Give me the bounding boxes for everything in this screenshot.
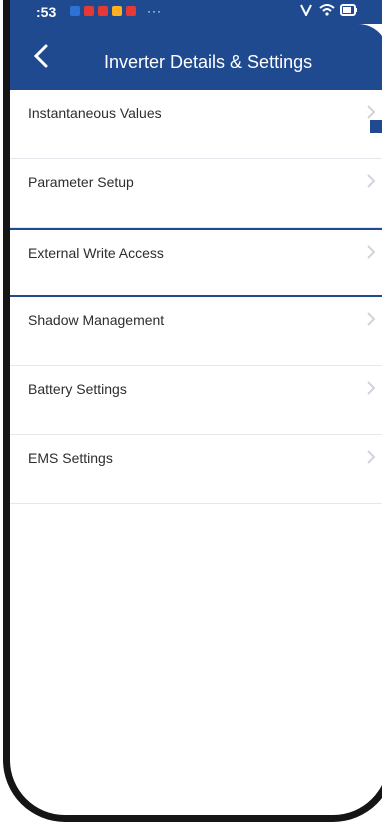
- phone-frame: :53 ··· Inverter Details & Settings Inst…: [3, 0, 382, 822]
- nfc-icon: [300, 4, 313, 18]
- chevron-right-icon: [367, 450, 376, 464]
- list-item-instantaneous-values[interactable]: Instantaneous Values: [10, 90, 382, 159]
- list-item-label: Shadow Management: [28, 312, 165, 328]
- notification-orange-icon: [112, 6, 122, 16]
- list-item-label: Instantaneous Values: [28, 105, 162, 121]
- chevron-left-icon[interactable]: [28, 42, 56, 70]
- list-item-shadow-management[interactable]: Shadow Management: [10, 297, 382, 366]
- page-title: Inverter Details & Settings: [104, 52, 313, 72]
- chevron-right-icon: [367, 381, 376, 395]
- notification-red-icon: [126, 6, 136, 16]
- notification-red-icon: [98, 6, 108, 16]
- notification-red-icon: [84, 6, 94, 16]
- more-icon: ···: [147, 4, 162, 18]
- status-right-icons: [299, 4, 358, 19]
- notification-blue-icon: [70, 6, 80, 16]
- selection-marker: [370, 120, 382, 133]
- list-item-external-write-access[interactable]: External Write Access: [10, 228, 382, 297]
- wifi-icon: [319, 4, 335, 16]
- status-time: :53: [36, 4, 57, 20]
- list-item-battery-settings[interactable]: Battery Settings: [10, 366, 382, 435]
- settings-list: Instantaneous Values Parameter Setup Ext…: [10, 90, 382, 504]
- chevron-right-icon: [367, 312, 376, 326]
- battery-icon: [340, 4, 357, 16]
- chevron-right-icon: [367, 105, 376, 119]
- list-item-label: Battery Settings: [28, 381, 127, 397]
- list-item-label: EMS Settings: [28, 450, 113, 466]
- list-item-ems-settings[interactable]: EMS Settings: [10, 435, 382, 504]
- list-item-parameter-setup[interactable]: Parameter Setup: [10, 159, 382, 228]
- app-bar: Inverter Details & Settings: [10, 24, 382, 90]
- list-item-label: External Write Access: [28, 245, 164, 261]
- status-bar: :53 ···: [10, 0, 382, 24]
- list-item-label: Parameter Setup: [28, 174, 134, 190]
- chevron-right-icon: [367, 174, 376, 188]
- chevron-right-icon: [367, 245, 376, 259]
